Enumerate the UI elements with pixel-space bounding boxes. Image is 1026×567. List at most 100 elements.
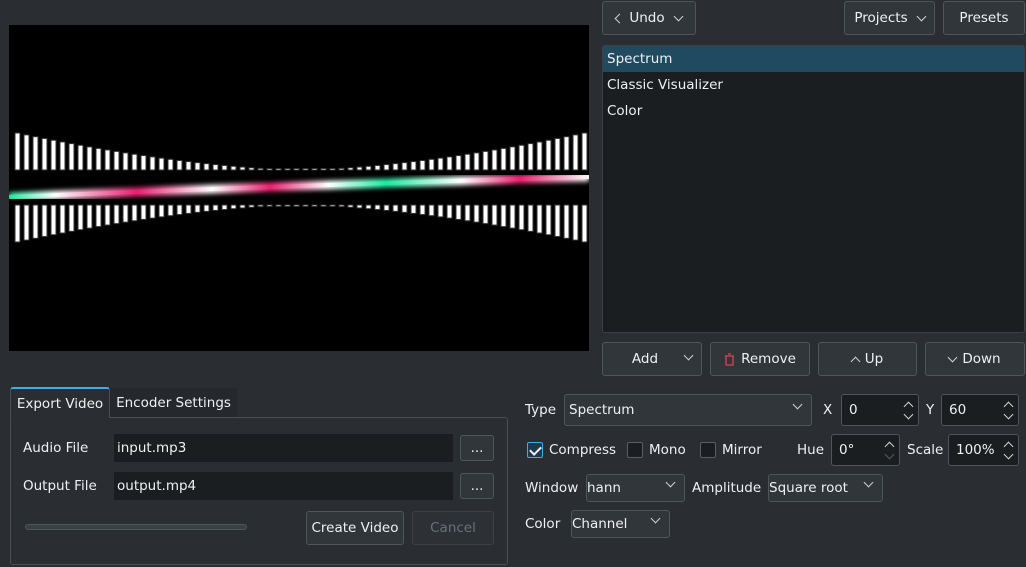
remove-layer-button[interactable]: Remove <box>710 342 810 376</box>
spectrum-bar-bottom <box>446 204 453 219</box>
spin-arrows-icon[interactable] <box>1003 400 1014 420</box>
spectrum-bar-bottom <box>284 204 291 207</box>
spectrum-bar-bottom <box>104 204 111 226</box>
spectrum-bar-top <box>383 164 390 171</box>
move-up-button[interactable]: Up <box>818 342 917 376</box>
layer-item-color[interactable]: Color <box>603 98 1024 124</box>
spectrum-bar-top <box>41 137 48 171</box>
spectrum-bar-bottom <box>23 204 30 241</box>
spectrum-bar-bottom <box>50 204 57 236</box>
spectrum-bar-top <box>293 168 300 171</box>
chevron-down-icon <box>673 11 684 21</box>
spectrum-bar-top <box>104 149 111 171</box>
spectrum-bar-bottom <box>95 204 102 228</box>
spectrum-bar-bottom <box>248 204 255 208</box>
spectrum-bar-bottom <box>500 204 507 228</box>
mono-label: Mono <box>649 442 686 458</box>
back-icon <box>614 13 625 23</box>
spectrum-bar-bottom <box>338 204 345 208</box>
spectrum-bar-top <box>509 146 516 171</box>
spectrum-bar-top <box>545 139 552 171</box>
spectrum-bar-bottom <box>77 204 84 231</box>
mirror-label: Mirror <box>722 442 762 458</box>
spectrum-bar-top <box>473 152 480 171</box>
trash-icon <box>725 352 735 366</box>
spin-arrows-icon[interactable] <box>903 400 914 420</box>
chevron-down-icon <box>650 513 661 524</box>
spectrum-bar-top <box>221 164 228 171</box>
spectrum-bar-bottom <box>437 204 444 218</box>
spectrum-bar-bottom <box>131 204 138 222</box>
presets-button[interactable]: Presets <box>943 1 1025 35</box>
add-layer-button[interactable]: Add <box>602 342 702 376</box>
spectrum-bar-top <box>176 159 183 171</box>
spectrum-bar-bottom <box>32 204 39 239</box>
mono-checkbox[interactable] <box>627 442 643 458</box>
spectrum-bar-top <box>122 152 129 171</box>
spectrum-bar-top <box>167 158 174 171</box>
spectrum-bar-bottom <box>356 204 363 209</box>
output-file-input[interactable]: output.mp4 <box>114 472 453 500</box>
spectrum-bar-bottom <box>122 204 129 223</box>
mirror-checkbox[interactable] <box>700 442 716 458</box>
type-select[interactable]: Spectrum <box>564 394 812 426</box>
window-label: Window <box>525 480 579 496</box>
x-label: X <box>823 402 833 418</box>
projects-button[interactable]: Projects <box>844 1 935 35</box>
spectrum-bar-bottom <box>194 204 201 213</box>
spectrum-bar-bottom <box>149 204 156 219</box>
spectrum-bar-top <box>572 134 579 171</box>
spectrum-bar-top <box>68 143 75 171</box>
spectrum-bar-bottom <box>140 204 147 220</box>
layer-list[interactable]: Spectrum Classic Visualizer Color <box>602 45 1025 333</box>
spectrum-bar-top <box>257 167 264 171</box>
chevron-down-icon <box>916 11 927 21</box>
color-select[interactable]: Channel <box>571 510 670 538</box>
window-select[interactable]: hann <box>586 474 685 502</box>
spectrum-bar-bottom <box>572 204 579 241</box>
spectrum-bar-bottom <box>14 204 21 243</box>
spin-arrows-icon[interactable] <box>1003 440 1014 460</box>
spectrum-bar-bottom <box>275 204 282 207</box>
spectrum-bar-top <box>59 141 66 171</box>
tab-export-video[interactable]: Export Video <box>10 387 110 418</box>
amplitude-select[interactable]: Square root <box>768 474 883 502</box>
tab-encoder-settings[interactable]: Encoder Settings <box>110 388 237 417</box>
spectrum-bar-top <box>536 141 543 171</box>
spectrum-bar-bottom <box>536 204 543 234</box>
spectrum-bar-bottom <box>302 204 309 207</box>
scale-spinbox[interactable]: 100% <box>948 434 1019 466</box>
spectrum-bar-top <box>230 165 237 171</box>
browse-audio-button[interactable]: ... <box>460 435 494 461</box>
audio-file-input[interactable]: input.mp3 <box>114 434 453 462</box>
color-label: Color <box>525 516 561 532</box>
spectrum-bar-top <box>419 159 426 171</box>
create-video-button[interactable]: Create Video <box>306 511 404 545</box>
layer-item-spectrum[interactable]: Spectrum <box>603 46 1024 72</box>
y-spinbox[interactable]: 60 <box>941 394 1019 426</box>
browse-output-button[interactable]: ... <box>460 473 494 499</box>
spectrum-bar-top <box>158 157 165 171</box>
spectrum-bar-top <box>500 147 507 171</box>
hue-spinbox[interactable]: 0° <box>831 434 900 466</box>
spectrum-bar-top <box>95 147 102 171</box>
spectrum-bar-top <box>248 167 255 171</box>
spectrum-bar-top <box>518 144 525 171</box>
layer-item-classic-visualizer[interactable]: Classic Visualizer <box>603 72 1024 98</box>
move-down-button[interactable]: Down <box>925 342 1025 376</box>
spectrum-bar-bottom <box>212 204 219 211</box>
spectrum-bar-bottom <box>68 204 75 232</box>
undo-button[interactable]: Undo <box>602 1 696 35</box>
x-spinbox[interactable]: 0 <box>841 394 919 426</box>
spectrum-bar-bottom <box>581 204 588 243</box>
compress-checkbox[interactable] <box>527 442 543 458</box>
spectrum-bar-bottom <box>185 204 192 214</box>
spectrum-bar-top <box>50 139 57 171</box>
spin-arrows-icon[interactable] <box>884 440 895 460</box>
cancel-button[interactable]: Cancel <box>412 511 494 545</box>
spectrum-bar-top <box>446 156 453 171</box>
spectrum-bar-bottom <box>401 204 408 213</box>
spectrum-bar-bottom <box>428 204 435 217</box>
spectrum-bar-top <box>275 168 282 171</box>
spectrum-bar-top <box>311 168 318 171</box>
